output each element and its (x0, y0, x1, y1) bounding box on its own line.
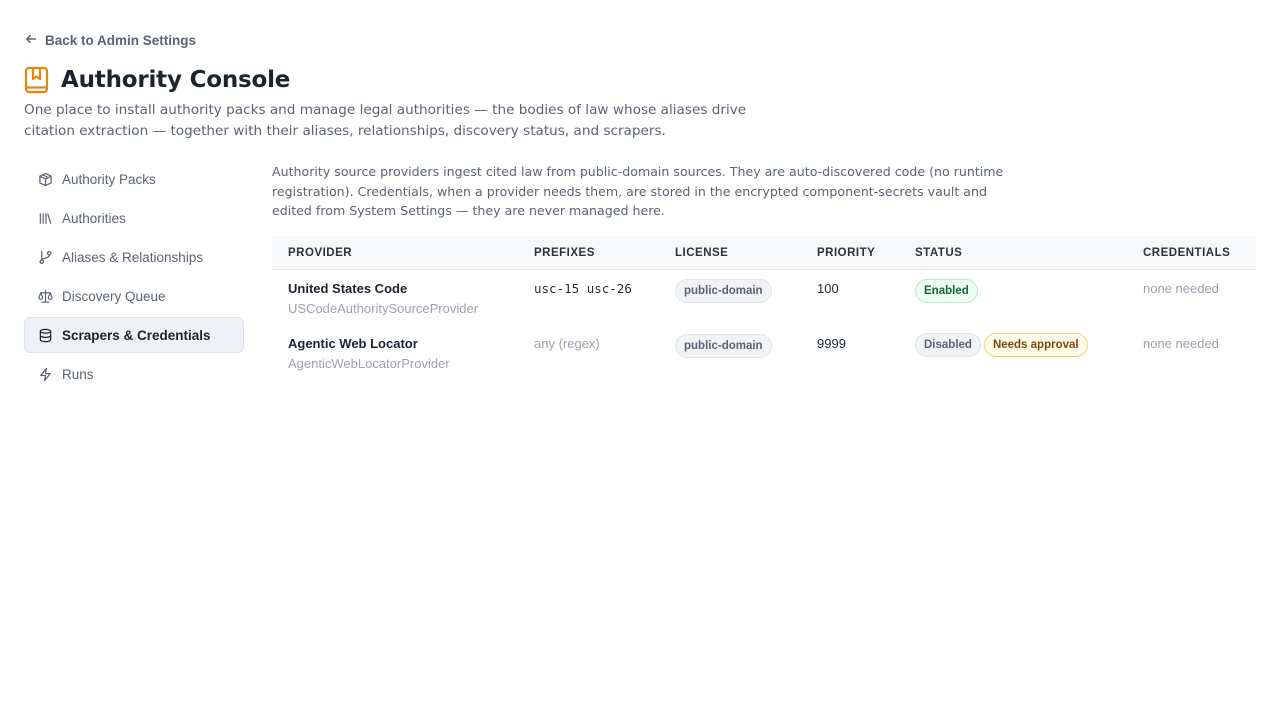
page-title: Authority Console (61, 67, 291, 93)
page-header: Authority Console (24, 66, 290, 94)
credentials-value: none needed (1143, 336, 1219, 351)
sidebar-item-label: Authority Packs (62, 171, 156, 187)
credentials-value: none needed (1143, 281, 1219, 296)
sidebar-item-runs[interactable]: Runs (24, 356, 244, 392)
table-header: PROVIDER PREFIXES LICENSE PRIORITY STATU… (272, 236, 1256, 270)
database-icon (38, 328, 53, 343)
sidebar-item-authority-packs[interactable]: Authority Packs (24, 161, 244, 197)
header-priority: PRIORITY (817, 247, 876, 259)
header-credentials: CREDENTIALS (1143, 247, 1231, 259)
sidebar-item-discovery-queue[interactable]: Discovery Queue (24, 278, 244, 314)
header-provider: PROVIDER (288, 247, 353, 259)
providers-table: PROVIDER PREFIXES LICENSE PRIORITY STATU… (272, 236, 1256, 380)
status-badge: Disabled (915, 333, 981, 357)
status-badge: Enabled (915, 279, 978, 303)
lightning-icon (38, 367, 53, 382)
sidebar-item-label: Authorities (62, 210, 126, 226)
license-badge: public-domain (675, 279, 772, 303)
header-prefixes: PREFIXES (534, 247, 595, 259)
provider-class: USCodeAuthoritySourceProvider (288, 301, 479, 316)
bookmark-book-icon (24, 66, 49, 94)
sidebar-item-aliases-relationships[interactable]: Aliases & Relationships (24, 239, 244, 275)
sidebar-item-label: Discovery Queue (62, 288, 166, 304)
back-link-label: Back to Admin Settings (45, 33, 197, 48)
sidebar-item-label: Scrapers & Credentials (62, 327, 211, 343)
prefix-any: any (regex) (534, 336, 600, 351)
provider-name: Agentic Web Locator (288, 336, 418, 351)
prefix-code: usc-26 (586, 281, 632, 296)
scale-icon (38, 289, 53, 304)
sidebar-item-scrapers-credentials[interactable]: Scrapers & Credentials (24, 317, 244, 353)
table-row: Agentic Web Locator AgenticWebLocatorPro… (272, 325, 1256, 380)
prefix-code: usc-15 (534, 281, 580, 296)
git-branch-icon (38, 250, 53, 265)
library-icon (38, 211, 53, 226)
header-license: LICENSE (675, 247, 729, 259)
license-badge: public-domain (675, 334, 772, 358)
priority-value: 100 (817, 281, 839, 296)
arrow-left-icon (24, 32, 38, 49)
needs-approval-badge: Needs approval (983, 333, 1088, 357)
sidebar-nav: Authority Packs Authorities Aliases & Re… (24, 161, 244, 395)
providers-description: Authority source providers ingest cited … (272, 164, 1004, 219)
page-subtitle: One place to install authority packs and… (24, 102, 747, 139)
sidebar-item-label: Aliases & Relationships (62, 249, 204, 265)
provider-class: AgenticWebLocatorProvider (288, 356, 450, 371)
back-to-admin-settings-link[interactable]: Back to Admin Settings (24, 32, 196, 49)
sidebar-item-authorities[interactable]: Authorities (24, 200, 244, 236)
provider-name: United States Code (288, 281, 408, 296)
sidebar-item-label: Runs (62, 366, 94, 382)
header-status: STATUS (915, 247, 963, 259)
package-icon (38, 172, 53, 187)
priority-value: 9999 (817, 336, 846, 351)
table-row: United States Code USCodeAuthoritySource… (272, 270, 1256, 325)
